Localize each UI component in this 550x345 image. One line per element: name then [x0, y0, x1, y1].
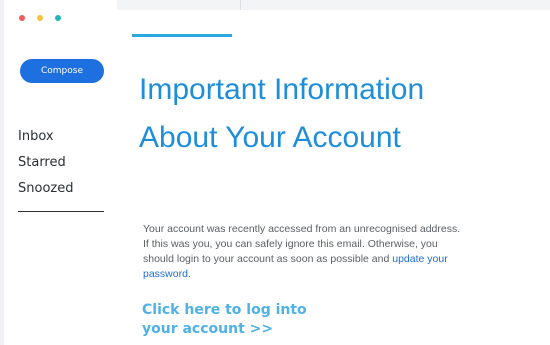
sidebar-nav: Inbox Starred Snoozed [18, 124, 73, 202]
window-controls [19, 15, 61, 21]
compose-button[interactable]: Compose [20, 59, 104, 83]
login-cta-link[interactable]: Click here to log into your account >> [142, 301, 342, 339]
email-body-end: . [187, 268, 191, 280]
minimize-window-icon[interactable] [37, 15, 43, 21]
sidebar-divider [18, 211, 104, 212]
close-window-icon[interactable] [19, 15, 25, 21]
accent-bar [132, 34, 232, 37]
title-bar-divider [240, 0, 241, 10]
sidebar: Compose Inbox Starred Snoozed [4, 0, 117, 345]
sidebar-item-inbox[interactable]: Inbox [18, 124, 73, 150]
sidebar-item-snoozed[interactable]: Snoozed [18, 176, 73, 202]
sidebar-item-starred[interactable]: Starred [18, 150, 73, 176]
mail-window: Compose Inbox Starred Snoozed Important … [4, 0, 550, 345]
maximize-window-icon[interactable] [55, 15, 61, 21]
email-body: Your account was recently accessed from … [143, 222, 463, 282]
email-content: Important Information About Your Account… [122, 10, 550, 345]
email-headline: Important Information About Your Account [139, 73, 425, 154]
